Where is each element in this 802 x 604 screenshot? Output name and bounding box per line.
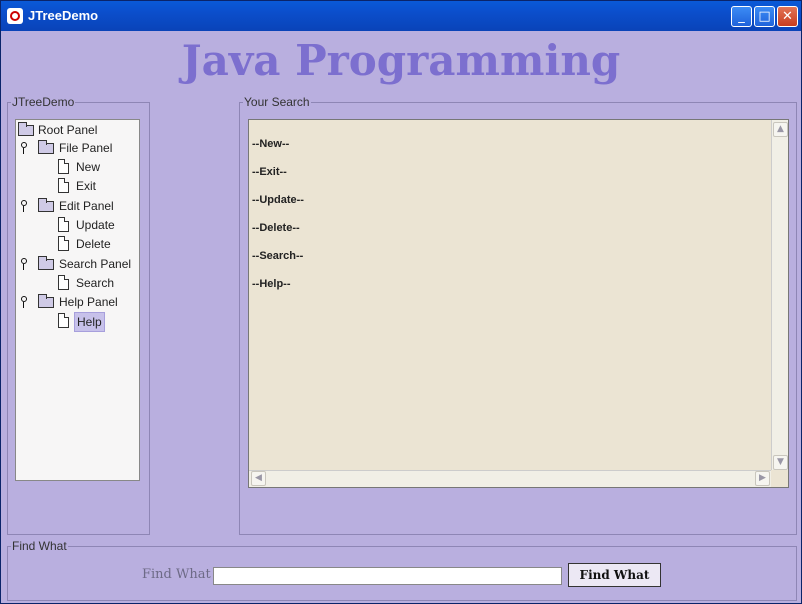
tree-node-label: File Panel <box>59 141 113 155</box>
tree-leaf-label: Exit <box>76 179 97 193</box>
scroll-left-icon[interactable]: ◀ <box>251 471 266 486</box>
minimize-button[interactable]: _ <box>731 6 752 27</box>
result-line: --Exit-- <box>252 166 287 178</box>
search-results-textarea[interactable]: --New-- --Exit-- --Update-- --Delete-- -… <box>248 119 789 488</box>
document-icon <box>58 178 69 193</box>
expand-handle-icon[interactable] <box>21 258 27 270</box>
scroll-down-icon[interactable]: ▼ <box>773 455 788 470</box>
title-bar[interactable]: JTreeDemo _ □ ✕ <box>1 1 801 31</box>
tree-node-label: Help Panel <box>59 295 118 309</box>
app-window: JTreeDemo _ □ ✕ Java Programming JTreeDe… <box>0 0 802 604</box>
folder-icon <box>18 122 34 136</box>
document-icon <box>58 275 69 290</box>
document-icon <box>58 159 69 174</box>
tree-node-label: Root Panel <box>38 123 98 137</box>
scroll-up-icon[interactable]: ▲ <box>773 122 788 137</box>
folder-icon <box>38 294 54 308</box>
folder-icon <box>38 256 54 270</box>
expand-handle-icon[interactable] <box>21 200 27 212</box>
tree-leaf-label: Delete <box>76 237 111 251</box>
search-panel-legend: Your Search <box>244 95 310 109</box>
page-heading: Java Programming <box>181 36 621 85</box>
tree-leaf-label: New <box>76 160 101 174</box>
result-line: --Update-- <box>252 194 304 206</box>
tree-node-label: Edit Panel <box>59 199 114 213</box>
find-what-button[interactable]: Find What <box>568 563 661 587</box>
find-what-input[interactable] <box>213 567 562 585</box>
tree-leaf-label: Update <box>76 218 115 232</box>
search-results-lines: --New-- --Exit-- --Update-- --Delete-- -… <box>252 134 304 302</box>
tree-node-label: Search Panel <box>59 257 132 271</box>
folder-icon <box>38 140 54 154</box>
vertical-scrollbar[interactable]: ▲ ▼ <box>771 120 788 471</box>
tree-leaf-label: Search <box>76 276 115 290</box>
tree-panel-legend: JTreeDemo <box>12 95 75 109</box>
document-icon <box>58 236 69 251</box>
result-line: --New-- <box>252 138 290 150</box>
find-panel-legend: Find What <box>12 539 67 553</box>
result-line: --Delete-- <box>252 222 300 234</box>
tree-view[interactable]: Root Panel File Panel New Exit Edit Pane… <box>15 119 140 481</box>
document-icon <box>58 217 69 232</box>
close-button[interactable]: ✕ <box>777 6 798 27</box>
result-line: --Search-- <box>252 250 304 262</box>
folder-icon <box>38 198 54 212</box>
java-app-icon <box>7 8 23 24</box>
window-title: JTreeDemo <box>28 8 99 23</box>
scroll-right-icon[interactable]: ▶ <box>755 471 770 486</box>
maximize-button[interactable]: □ <box>754 6 775 27</box>
expand-handle-icon[interactable] <box>21 296 27 308</box>
expand-handle-icon[interactable] <box>21 142 27 154</box>
find-what-label: Find What <box>142 567 211 582</box>
result-line: --Help-- <box>252 278 291 290</box>
document-icon <box>58 313 69 328</box>
tree-leaf-label-selected: Help <box>74 312 105 332</box>
horizontal-scrollbar[interactable]: ◀ ▶ <box>249 470 772 487</box>
scrollbar-corner <box>771 470 788 487</box>
